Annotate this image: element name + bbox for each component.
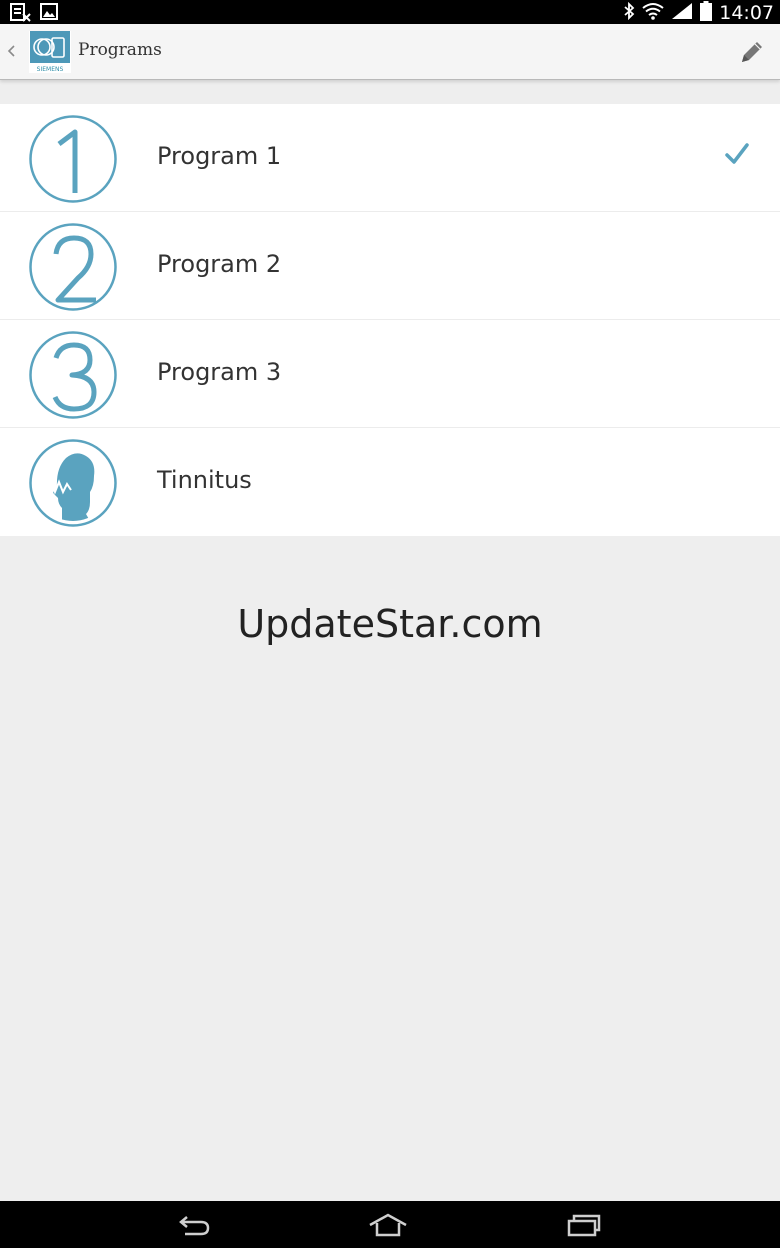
program-label: Program 1 [157, 142, 282, 170]
list-item[interactable]: Program 3 [0, 320, 780, 428]
navigation-bar [0, 1201, 780, 1248]
screenshot-icon [10, 3, 32, 26]
program-label: Tinnitus [157, 466, 252, 494]
number-3-icon [28, 330, 118, 420]
wifi-icon [642, 2, 664, 24]
program-label: Program 2 [157, 250, 282, 278]
bluetooth-icon [623, 1, 635, 24]
list-item[interactable]: Tinnitus [0, 428, 780, 536]
siemens-logo-icon: SIEMENS [30, 31, 70, 73]
number-1-icon [28, 114, 118, 204]
watermark-text: UpdateStar.com [237, 602, 543, 646]
status-right-icons: 14:07 [623, 1, 774, 25]
app-logo[interactable]: SIEMENS [29, 31, 71, 73]
status-bar: 14:07 [0, 0, 780, 24]
recent-apps-icon[interactable] [564, 1210, 604, 1240]
back-icon[interactable] [174, 1210, 214, 1240]
program-list: Program 1 Program 2 Program 3 Tinnitus [0, 104, 780, 536]
action-bar: SIEMENS Programs [0, 24, 780, 80]
page-title: Programs [78, 40, 162, 60]
status-time: 14:07 [719, 2, 774, 24]
back-chevron-icon[interactable] [6, 41, 16, 65]
number-2-icon [28, 222, 118, 312]
svg-text:SIEMENS: SIEMENS [37, 66, 64, 73]
battery-icon [700, 1, 713, 25]
checkmark-icon [724, 142, 750, 170]
list-item[interactable]: Program 2 [0, 212, 780, 320]
home-icon[interactable] [368, 1210, 408, 1240]
pencil-icon[interactable] [738, 38, 766, 70]
status-left-icons [10, 3, 58, 26]
tinnitus-head-icon [28, 438, 118, 528]
image-icon [40, 3, 58, 26]
signal-icon [671, 2, 693, 24]
list-item[interactable]: Program 1 [0, 104, 780, 212]
program-label: Program 3 [157, 358, 282, 386]
